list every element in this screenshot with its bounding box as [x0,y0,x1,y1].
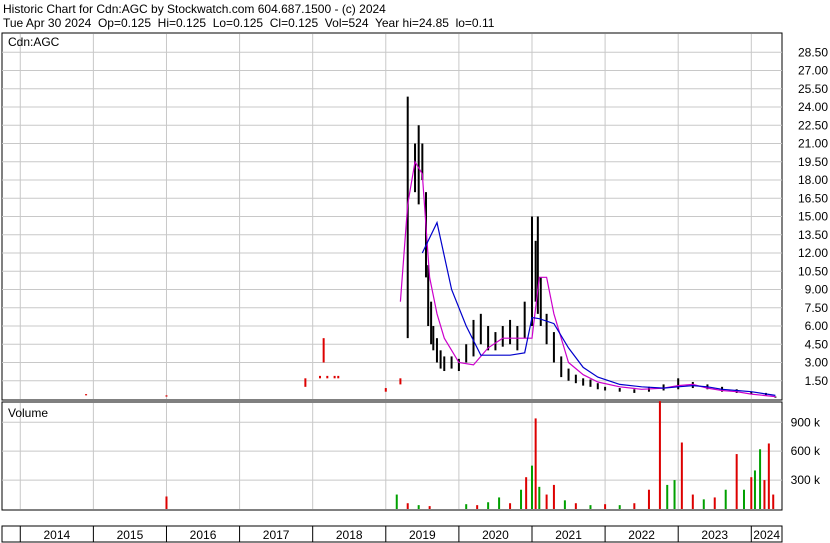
price-tick-label: 15.00 [798,210,828,224]
price-grid [2,34,782,399]
price-tick-label: 9.00 [805,283,829,297]
price-tick-label: 21.00 [798,137,828,151]
volume-bar [772,494,775,509]
volume-bar [574,503,577,509]
volume-bar [165,496,168,509]
volume-bar [498,497,501,509]
price-tick-label: 10.50 [798,264,828,278]
volume-y-axis: 300 k 600 k 900 k [791,415,821,487]
x-tick-label: 2022 [628,528,655,542]
volume-bar [530,465,533,509]
x-tick-label: 2021 [555,528,582,542]
x-tick-label: 2024 [753,528,780,542]
volume-bar [618,505,621,509]
price-tick-label: 28.50 [798,45,828,59]
volume-bar [633,503,636,509]
volume-bar [487,502,490,509]
volume-tick-label: 300 k [791,473,821,487]
volume-bar [658,401,661,509]
price-tick-label: 27.00 [798,64,828,78]
price-tick-label: 13.50 [798,228,828,242]
volume-bar [417,505,420,509]
x-tick-label: 2020 [482,528,509,542]
price-tick-label: 7.50 [805,301,829,315]
price-tick-label: 19.50 [798,155,828,169]
x-tick-label: 2017 [263,528,290,542]
volume-tick-label: 900 k [791,415,821,429]
x-tick-label: 2023 [701,528,728,542]
volume-panel-title: Volume [8,406,48,420]
volume-bar [702,499,705,509]
price-panel: Cdn:AGC 1.50 3.00 4.50 6.00 7.50 9.00 10.50 12.… [1,32,828,401]
volume-bar [750,477,753,509]
price-tick-label: 18.00 [798,173,828,187]
volume-bar [742,489,745,509]
volume-bar [767,443,770,509]
volume-bar [465,504,468,509]
x-tick-label: 2019 [409,528,436,542]
price-tick-label: 12.00 [798,246,828,260]
volume-bar [395,494,398,509]
x-tick-label: 2016 [190,528,217,542]
volume-bar [509,503,512,509]
price-y-axis: 1.50 3.00 4.50 6.00 7.50 9.00 10.50 12.00 13.50 1… [798,45,828,388]
volume-bar [406,503,409,509]
volume-bar [534,418,537,509]
volume-tick-label: 600 k [791,444,821,458]
volume-bar [713,497,716,509]
volume-bar [428,506,431,509]
volume-bar [476,505,479,509]
x-tick-label: 2018 [336,528,363,542]
volume-bar [666,484,669,509]
volume-panel: Volume 300 k 600 k 900 k [1,401,821,511]
x-axis: 2014 2015 2016 2017 2018 2019 2020 2021 2022 2023… [1,525,783,543]
price-panel-title: Cdn:AGC [8,35,60,49]
volume-bar [753,470,756,509]
volume-bar [589,505,592,509]
volume-bar [604,504,607,509]
volume-bar [647,489,650,509]
volume-bar [525,477,528,509]
stock-chart: Cdn:AGC 1.50 3.00 4.50 6.00 7.50 9.00 10.50 12.… [1,32,828,543]
volume-bar [545,494,548,509]
volume-bar [680,442,683,509]
price-tick-label: 1.50 [805,374,829,388]
volume-panel-frame [1,401,783,511]
x-tick-label: 2014 [43,528,70,542]
volume-bar [520,489,523,509]
volume-bar [735,454,738,509]
price-tick-label: 22.50 [798,118,828,132]
price-tick-label: 3.00 [805,356,829,370]
volume-bar [563,500,566,509]
x-tick-label: 2015 [117,528,144,542]
price-tick-label: 25.50 [798,82,828,96]
volume-bar [724,489,727,509]
volume-bar [673,480,676,509]
volume-bar [552,484,555,509]
volume-bar [691,494,694,509]
price-tick-label: 24.00 [798,100,828,114]
price-tick-label: 16.50 [798,191,828,205]
volume-bar [759,449,762,509]
volume-bar [538,486,541,509]
price-tick-label: 4.50 [805,337,829,351]
price-tick-label: 6.00 [805,319,829,333]
volume-bar [763,480,766,509]
